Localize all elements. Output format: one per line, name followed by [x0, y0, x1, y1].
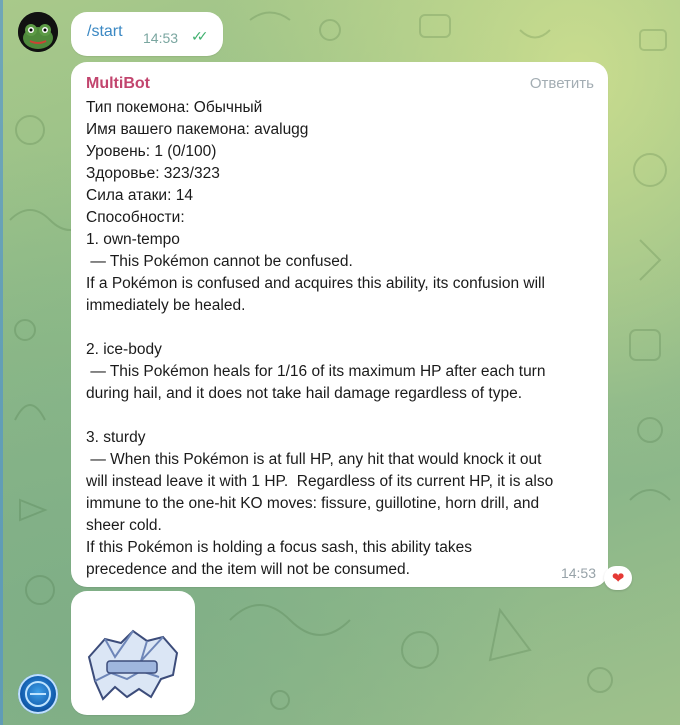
bot-avatar[interactable]: [18, 674, 58, 714]
message-time: 14:53: [143, 30, 179, 46]
heart-reaction[interactable]: ❤: [604, 566, 632, 590]
command-text[interactable]: /start: [87, 23, 123, 41]
left-edge-accent: [0, 0, 3, 725]
bot-message-bubble[interactable]: MultiBot Ответить Тип покемона: Обычный …: [71, 62, 608, 587]
frog-avatar-icon: [18, 12, 58, 52]
reply-button[interactable]: Ответить: [530, 75, 594, 92]
avalugg-sprite-icon: [87, 629, 179, 701]
image-message-bubble[interactable]: [71, 591, 195, 715]
outgoing-message-bubble[interactable]: /start 14:53 ✓✓: [71, 12, 223, 56]
double-check-icon: ✓✓: [191, 28, 209, 44]
message-time: 14:53: [560, 565, 596, 581]
avatar[interactable]: [18, 12, 58, 52]
heart-icon: ❤: [611, 570, 625, 587]
sender-name[interactable]: MultiBot: [86, 75, 150, 93]
message-text: Тип покемона: Обычный Имя вашего пакемон…: [86, 99, 554, 578]
bot-logo-icon: [25, 681, 51, 707]
